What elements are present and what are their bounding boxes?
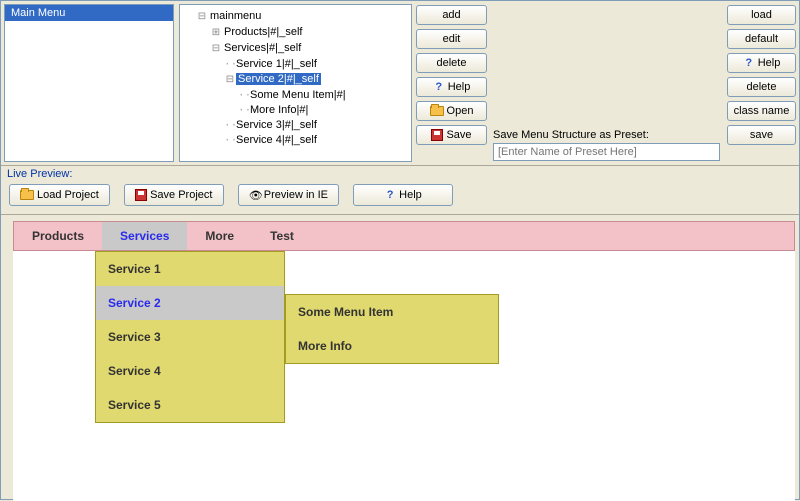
folder-open-icon [430, 106, 444, 116]
preview-toolbar: Load Project Save Project 👁Preview in IE… [1, 180, 799, 215]
preview-tab-products[interactable]: Products [14, 222, 102, 250]
add-button[interactable]: add [416, 5, 487, 25]
floppy-save-icon [135, 189, 147, 201]
preset-buttons-column: load default ?Help delete class name sav… [724, 1, 799, 165]
left-pane-title: Main Menu [5, 5, 173, 21]
leaf-icon: ··· [224, 119, 234, 133]
help-icon: ? [384, 189, 396, 201]
preview-in-ie-button[interactable]: 👁Preview in IE [238, 184, 339, 206]
preview-submenu-services: Service 1 Service 2 Service 3 Service 4 … [95, 251, 285, 423]
open-button[interactable]: Open [416, 101, 487, 121]
save-preset-button[interactable]: save [727, 125, 796, 145]
preview-tab-services[interactable]: Services [102, 222, 187, 250]
preview-tab-test[interactable]: Test [252, 222, 312, 250]
leaf-icon: ··· [224, 134, 234, 148]
folder-open-icon [20, 190, 34, 200]
help-icon: ? [743, 57, 755, 69]
left-pane: Main Menu [4, 4, 174, 162]
preset-label: Save Menu Structure as Preset: [493, 129, 720, 141]
leaf-icon: ··· [224, 58, 234, 72]
help-icon: ? [433, 81, 445, 93]
default-button[interactable]: default [727, 29, 796, 49]
preview-item-service1[interactable]: Service 1 [96, 252, 284, 286]
eye-icon: 👁 [249, 189, 261, 201]
edit-button[interactable]: edit [416, 29, 487, 49]
tree-node-service3[interactable]: ···Service 3|#|_self [182, 118, 409, 133]
tree-node-more-info[interactable]: ···More Info|#| [182, 103, 409, 118]
leaf-icon: ··· [238, 89, 248, 103]
tree-node-service1[interactable]: ···Service 1|#|_self [182, 57, 409, 72]
help-button-right[interactable]: ?Help [727, 53, 796, 73]
preset-name-input[interactable] [493, 143, 720, 161]
save-project-button[interactable]: Save Project [124, 184, 224, 206]
tree-node-services[interactable]: ⊟Services|#|_self [182, 41, 409, 57]
live-preview-label: Live Preview: [1, 166, 799, 180]
expand-icon[interactable]: ⊞ [210, 27, 222, 41]
collapse-icon[interactable]: ⊟ [224, 74, 236, 88]
preview-item-service3[interactable]: Service 3 [96, 320, 284, 354]
preview-item-more-info[interactable]: More Info [286, 329, 498, 363]
preview-submenu-service2: Some Menu Item More Info [285, 294, 499, 364]
preview-item-service2[interactable]: Service 2 [96, 286, 284, 320]
load-project-button[interactable]: Load Project [9, 184, 110, 206]
tree-node-service2[interactable]: ⊟Service 2|#|_self [182, 72, 409, 88]
tree-node-products[interactable]: ⊞Products|#|_self [182, 25, 409, 41]
leaf-icon: ··· [238, 104, 248, 118]
delete-button-right[interactable]: delete [727, 77, 796, 97]
save-button[interactable]: Save [416, 125, 487, 145]
preview-item-some-menu-item[interactable]: Some Menu Item [286, 295, 498, 329]
preview-item-service5[interactable]: Service 5 [96, 388, 284, 422]
tree-node-root[interactable]: ⊟mainmenu [182, 9, 409, 25]
preview-tab-more[interactable]: More [187, 222, 252, 250]
tree-node-some-menu-item[interactable]: ···Some Menu Item|#| [182, 88, 409, 103]
delete-button[interactable]: delete [416, 53, 487, 73]
tree-node-service4[interactable]: ···Service 4|#|_self [182, 133, 409, 148]
load-button[interactable]: load [727, 5, 796, 25]
live-preview-area: Products Services More Test Service 1 Se… [13, 221, 795, 501]
preview-menubar: Products Services More Test [13, 221, 795, 251]
preset-pane: Save Menu Structure as Preset: [489, 1, 724, 165]
preview-item-service4[interactable]: Service 4 [96, 354, 284, 388]
floppy-save-icon [431, 129, 443, 141]
help-button-toolbar[interactable]: ?Help [353, 184, 453, 206]
top-editor-region: Main Menu ⊟mainmenu ⊞Products|#|_self ⊟S… [1, 1, 799, 166]
help-button[interactable]: ?Help [416, 77, 487, 97]
collapse-icon[interactable]: ⊟ [210, 43, 222, 57]
tree-buttons-column: add edit delete ?Help Open Save [414, 1, 489, 165]
classname-button[interactable]: class name [727, 101, 796, 121]
menu-tree[interactable]: ⊟mainmenu ⊞Products|#|_self ⊟Services|#|… [179, 4, 412, 162]
collapse-icon[interactable]: ⊟ [196, 11, 208, 25]
